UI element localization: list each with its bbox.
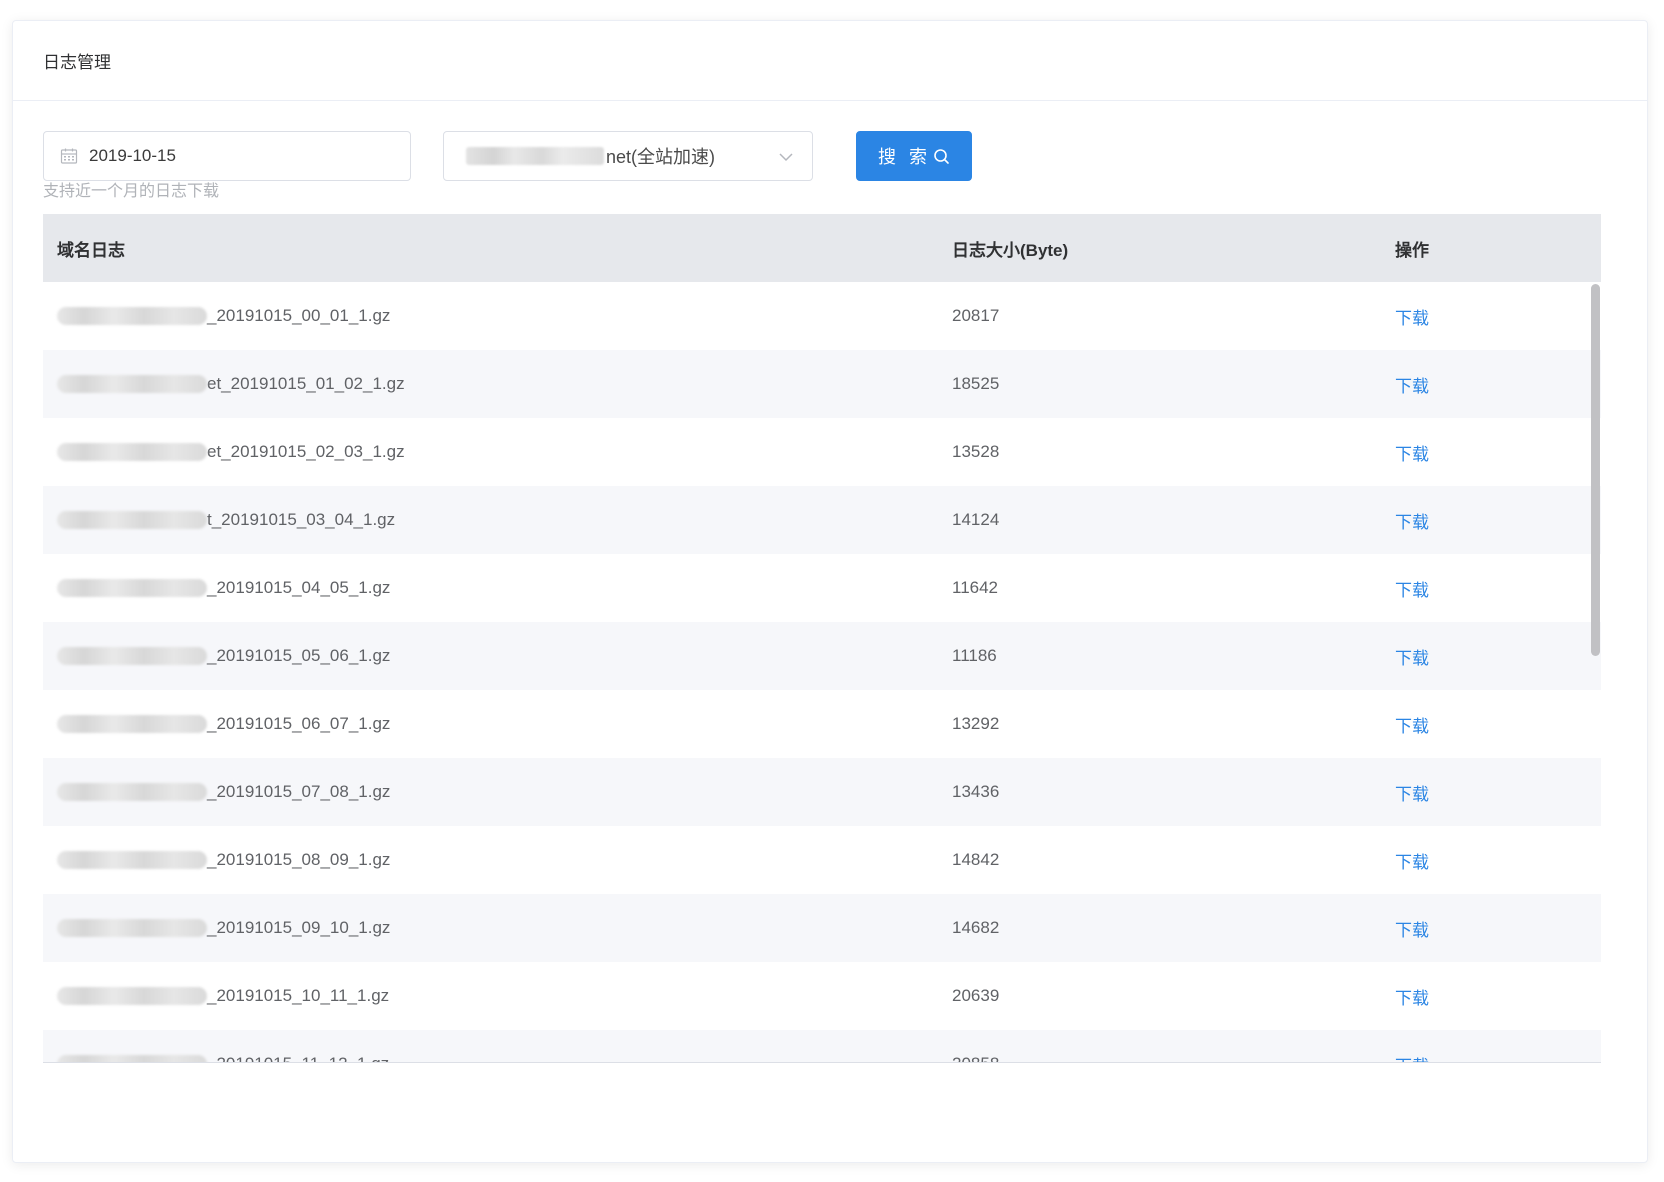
download-link[interactable]: 下载: [1395, 780, 1429, 805]
log-filename-cell: _20191015_05_06_1.gz: [57, 646, 390, 666]
table-row: _20191015_08_09_1.gz 14842 下载: [43, 826, 1601, 894]
download-link[interactable]: 下载: [1395, 576, 1429, 601]
log-size: 20639: [952, 986, 1000, 1005]
log-filename-cell: _20191015_00_01_1.gz: [57, 306, 390, 326]
table-row: _20191015_09_10_1.gz 14682 下载: [43, 894, 1601, 962]
download-link[interactable]: 下载: [1395, 304, 1429, 329]
log-filename-cell: _20191015_09_10_1.gz: [57, 918, 390, 938]
log-filename: _20191015_11_12_1.gz: [207, 1054, 389, 1062]
table-row: _20191015_04_05_1.gz 11642 下载: [43, 554, 1601, 622]
scrollbar-thumb[interactable]: [1591, 284, 1600, 656]
table-body: _20191015_00_01_1.gz 20817 下载 et_20191015_0…: [43, 282, 1601, 1063]
log-filename-cell: _20191015_08_09_1.gz: [57, 850, 390, 870]
table-scrollbar[interactable]: [1589, 282, 1601, 1062]
log-filename: _20191015_00_01_1.gz: [207, 306, 391, 325]
log-filename-cell: _20191015_07_08_1.gz: [57, 782, 390, 802]
search-button-label: 搜 索: [877, 147, 931, 167]
redacted-domain: [466, 147, 604, 165]
log-filename: _20191015_08_09_1.gz: [207, 850, 391, 869]
column-header-domain-log: 域名日志: [57, 240, 125, 260]
log-size: 20858: [952, 1054, 999, 1062]
log-filename-cell: et_20191015_02_03_1.gz: [57, 442, 405, 462]
download-link[interactable]: 下载: [1395, 916, 1429, 941]
log-size: 13292: [952, 714, 1000, 733]
date-value: 2019-10-15: [89, 146, 176, 165]
log-size: 13436: [952, 782, 1000, 801]
download-link[interactable]: 下载: [1395, 508, 1429, 533]
table-row: et_20191015_01_02_1.gz 18525 下载: [43, 350, 1601, 418]
log-table: 域名日志 日志大小(Byte) 操作 _20191015_00_01_1.gz 2…: [43, 214, 1601, 1063]
redacted-domain: [57, 987, 207, 1005]
redacted-domain: [57, 375, 207, 393]
hint-text: 支持近一个月的日志下载: [43, 183, 220, 200]
date-picker[interactable]: 2019-10-15: [43, 131, 411, 181]
log-management-card: 日志管理 2019-10-15 net(全站加速) 搜 索 支持近一个月的日志下…: [12, 20, 1648, 1163]
log-size: 11642: [952, 578, 999, 597]
log-filename-cell: _20191015_10_11_1.gz: [57, 986, 389, 1006]
log-size: 13528: [952, 442, 1000, 461]
filter-toolbar: 2019-10-15 net(全站加速) 搜 索: [43, 131, 1603, 187]
download-link[interactable]: 下载: [1395, 712, 1429, 737]
table-row: _20191015_00_01_1.gz 20817 下载: [43, 282, 1601, 350]
table-row: _20191015_07_08_1.gz 13436 下载: [43, 758, 1601, 826]
column-header-log-size: 日志大小(Byte): [952, 240, 1069, 260]
download-link[interactable]: 下载: [1395, 440, 1429, 465]
log-size: 18525: [952, 374, 1000, 393]
log-filename: _20191015_10_11_1.gz: [207, 986, 390, 1005]
redacted-domain: [57, 783, 207, 801]
log-size: 14682: [952, 918, 1000, 937]
redacted-domain: [57, 647, 207, 665]
redacted-domain: [57, 851, 207, 869]
table-row: t_20191015_03_04_1.gz 14124 下载: [43, 486, 1601, 554]
log-filename-cell: _20191015_06_07_1.gz: [57, 714, 390, 734]
table-row: _20191015_05_06_1.gz 11186 下载: [43, 622, 1601, 690]
card-header: 日志管理: [13, 21, 1647, 101]
page-title: 日志管理: [43, 53, 111, 72]
redacted-domain: [57, 307, 207, 325]
log-filename: et_20191015_01_02_1.gz: [207, 374, 405, 393]
table-row: _20191015_10_11_1.gz 20639 下载: [43, 962, 1601, 1030]
column-header-action: 操作: [1395, 240, 1429, 260]
log-filename: _20191015_05_06_1.gz: [207, 646, 391, 665]
log-size: 11186: [952, 646, 997, 665]
table-row: et_20191015_02_03_1.gz 13528 下载: [43, 418, 1601, 486]
download-link[interactable]: 下载: [1395, 848, 1429, 873]
download-link[interactable]: 下载: [1395, 372, 1429, 397]
domain-select-value: net(全站加速): [606, 147, 716, 167]
calendar-icon: [60, 148, 78, 164]
redacted-domain: [57, 579, 207, 597]
download-link[interactable]: 下载: [1395, 984, 1429, 1009]
log-filename: _20191015_09_10_1.gz: [207, 918, 391, 937]
domain-select[interactable]: net(全站加速): [443, 131, 813, 181]
redacted-domain: [57, 511, 207, 529]
log-size: 14842: [952, 850, 1000, 869]
log-filename: _20191015_06_07_1.gz: [207, 714, 391, 733]
log-size: 14124: [952, 510, 1000, 529]
redacted-domain: [57, 919, 207, 937]
log-filename-cell: t_20191015_03_04_1.gz: [57, 510, 395, 530]
download-link[interactable]: 下载: [1395, 644, 1429, 669]
redacted-domain: [57, 1055, 207, 1062]
log-filename-cell: et_20191015_01_02_1.gz: [57, 374, 405, 394]
log-filename-cell: _20191015_11_12_1.gz: [57, 1054, 389, 1062]
log-filename: t_20191015_03_04_1.gz: [207, 510, 396, 529]
download-link[interactable]: 下载: [1395, 1052, 1429, 1063]
table-header: 域名日志 日志大小(Byte) 操作: [43, 214, 1601, 282]
redacted-domain: [57, 715, 207, 733]
redacted-domain: [57, 443, 207, 461]
search-button[interactable]: 搜 索: [856, 131, 972, 181]
table-row: _20191015_11_12_1.gz 20858 下载: [43, 1030, 1601, 1063]
chevron-down-icon: [779, 153, 793, 162]
log-filename: _20191015_04_05_1.gz: [207, 578, 391, 597]
log-filename: et_20191015_02_03_1.gz: [207, 442, 405, 461]
log-filename: _20191015_07_08_1.gz: [207, 782, 391, 801]
search-icon: [934, 148, 949, 164]
log-size: 20817: [952, 306, 1000, 325]
table-row: _20191015_06_07_1.gz 13292 下载: [43, 690, 1601, 758]
log-filename-cell: _20191015_04_05_1.gz: [57, 578, 390, 598]
